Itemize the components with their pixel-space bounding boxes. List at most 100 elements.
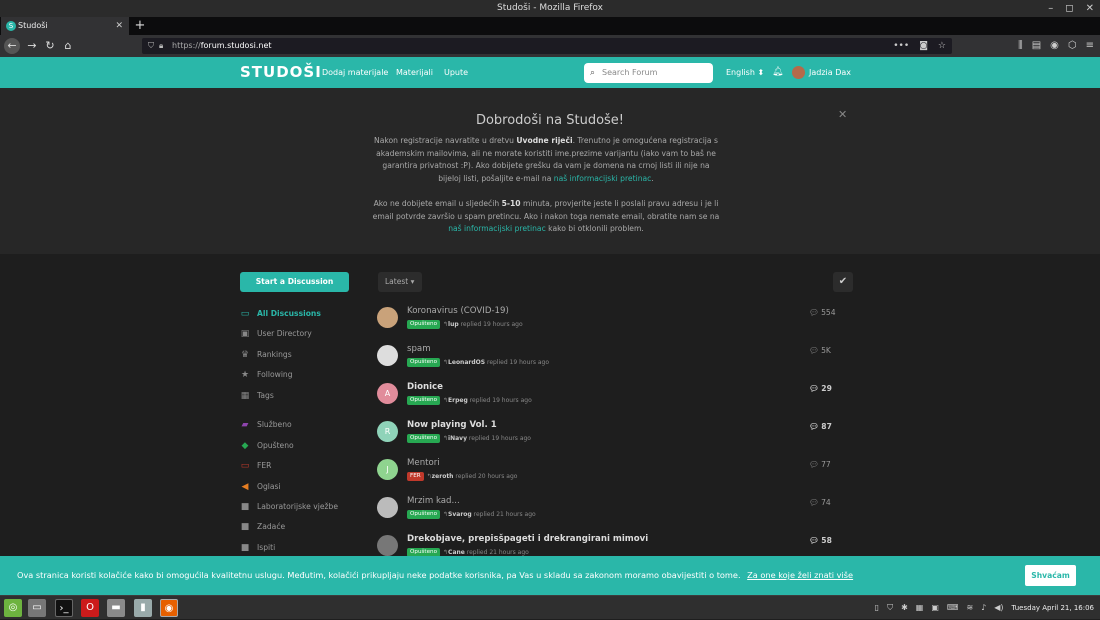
- lock-icon[interactable]: 🔒︎: [159, 38, 163, 54]
- files-icon[interactable]: ▬: [107, 599, 125, 617]
- discussion-title[interactable]: spam: [407, 344, 431, 354]
- sidebar-item-oglasi[interactable]: ◀ Oglasi: [240, 480, 281, 494]
- home-icon[interactable]: ⌂: [60, 38, 76, 54]
- reply-username[interactable]: LeonardOS: [448, 359, 485, 366]
- discussion-row[interactable]: J Mentori FER ↰zeroth replied 20 hours ago 💬…: [376, 457, 836, 493]
- sidebar-item-fer[interactable]: ▭ FER: [240, 459, 272, 473]
- reply-username[interactable]: Cane: [448, 549, 465, 556]
- discussion-title[interactable]: Drekobjave, prepisšpageti i drekrangiran…: [407, 534, 648, 544]
- sidebar-item-zadace[interactable]: ■ Zadaće: [240, 520, 285, 534]
- device-icon[interactable]: ▯: [875, 596, 879, 620]
- bluetooth-icon[interactable]: ✱: [901, 596, 908, 620]
- cookie-more-link[interactable]: Za one koje želi znati više: [747, 570, 853, 580]
- keyboard-icon[interactable]: ⌨: [947, 596, 959, 620]
- info-inbox-link[interactable]: naš informacijski pretinac: [448, 224, 546, 233]
- forward-arrow-icon[interactable]: →: [24, 38, 40, 54]
- new-tab-button[interactable]: +: [133, 17, 147, 35]
- tag-badge[interactable]: Opušteno: [407, 358, 441, 367]
- sidebar-item-all-discussions[interactable]: ▭ All Discussions: [240, 307, 321, 321]
- sidebar-item-rankings[interactable]: ♛ Rankings: [240, 348, 292, 362]
- discussion-row[interactable]: Koronavirus (COVID-19) Opušteno ↰lup repli…: [376, 305, 836, 341]
- tab-close-icon[interactable]: ✕: [115, 17, 123, 35]
- site-logo[interactable]: STUDOŠI: [240, 63, 322, 81]
- nav-upute[interactable]: Upute: [444, 57, 468, 88]
- more-actions-icon[interactable]: •••: [893, 38, 909, 54]
- library-icon[interactable]: ⫼: [1018, 38, 1023, 54]
- sidebar-icon[interactable]: ▤: [1032, 38, 1041, 54]
- tag-badge[interactable]: Opušteno: [407, 396, 441, 405]
- avatar[interactable]: [377, 307, 398, 328]
- url-bar[interactable]: ⛉ 🔒︎ https://forum.studosi.net ••• ◙ ☆: [142, 38, 952, 54]
- discussion-title[interactable]: Now playing Vol. 1: [407, 420, 497, 430]
- sidebar-item-ispiti[interactable]: ■ Ispiti: [240, 541, 275, 555]
- reply-username[interactable]: iNavy: [448, 435, 467, 442]
- browser-tab[interactable]: S Studoši ✕: [1, 17, 129, 35]
- discussion-title[interactable]: Mrzim kad...: [407, 496, 460, 506]
- user-menu[interactable]: Jadzia Dax: [792, 66, 851, 80]
- reply-username[interactable]: lup: [448, 321, 459, 328]
- avatar[interactable]: R: [377, 421, 398, 442]
- app-icon[interactable]: ▮: [134, 599, 152, 617]
- avatar[interactable]: [377, 345, 398, 366]
- discussion-title[interactable]: Mentori: [407, 458, 440, 468]
- sidebar-item-user-directory[interactable]: ▣ User Directory: [240, 327, 312, 341]
- sidebar-item-tags[interactable]: ▦ Tags: [240, 389, 274, 403]
- firefox-icon[interactable]: ◉: [160, 599, 178, 617]
- discussion-row[interactable]: spam Opušteno ↰LeonardOS replied 19 hours …: [376, 343, 836, 379]
- maximize-icon[interactable]: ◻: [1065, 0, 1073, 17]
- pocket-icon[interactable]: ◙: [919, 38, 928, 54]
- terminal-icon[interactable]: ›_: [55, 599, 73, 617]
- show-desktop-icon[interactable]: ▭: [28, 599, 46, 617]
- discussion-title[interactable]: Koronavirus (COVID-19): [407, 306, 509, 316]
- sidebar-item-following[interactable]: ★ Following: [240, 368, 293, 382]
- display-icon[interactable]: ▣: [931, 596, 939, 620]
- music-icon[interactable]: ♪: [981, 596, 986, 620]
- sidebar-item-opusteno[interactable]: ◆ Opušteno: [240, 439, 294, 453]
- sort-dropdown[interactable]: Latest ▾: [378, 272, 422, 292]
- avatar[interactable]: J: [377, 459, 398, 480]
- notifications-bell-icon[interactable]: 🔔︎: [772, 57, 783, 88]
- sidebar-item-laboratorijske-vjezbe[interactable]: ■ Laboratorijske vježbe: [240, 500, 338, 514]
- avatar[interactable]: [377, 535, 398, 556]
- shield-badge-icon[interactable]: ⬡: [1068, 38, 1077, 54]
- language-selector[interactable]: English ⬍: [726, 57, 764, 88]
- reply-username[interactable]: zeroth: [432, 473, 454, 480]
- wifi-icon[interactable]: ≋: [966, 596, 973, 620]
- opera-icon[interactable]: O: [81, 599, 99, 617]
- tag-badge[interactable]: Opušteno: [407, 510, 441, 519]
- sidebar-item-sluzbeno[interactable]: ▰ Službeno: [240, 418, 292, 432]
- account-icon[interactable]: ◉: [1050, 38, 1059, 54]
- menu-icon[interactable]: ≡: [1086, 38, 1094, 54]
- reload-icon[interactable]: ↻: [42, 38, 58, 54]
- reply-username[interactable]: Svarog: [448, 511, 472, 518]
- tag-badge[interactable]: Opušteno: [407, 320, 441, 329]
- mint-menu-icon[interactable]: ◎: [4, 599, 22, 617]
- tag-badge[interactable]: Opušteno: [407, 434, 441, 443]
- minimize-icon[interactable]: –: [1048, 0, 1053, 17]
- back-arrow-icon[interactable]: ←: [4, 38, 20, 54]
- bookmark-star-icon[interactable]: ☆: [938, 38, 946, 54]
- nav-materijali[interactable]: Materijali: [396, 57, 433, 88]
- cookie-accept-button[interactable]: Shvaćam: [1025, 565, 1076, 586]
- avatar[interactable]: A: [377, 383, 398, 404]
- hero-close-icon[interactable]: ✕: [838, 108, 847, 121]
- mark-all-read-button[interactable]: ✔: [833, 272, 853, 292]
- volume-icon[interactable]: ◀): [994, 596, 1003, 620]
- search-input[interactable]: ⌕ Search Forum: [584, 63, 713, 83]
- tag-badge[interactable]: FER: [407, 472, 424, 481]
- discussion-row[interactable]: Mrzim kad... Opušteno ↰Svarog replied 21 h…: [376, 495, 836, 531]
- close-window-icon[interactable]: ✕: [1086, 0, 1094, 17]
- shield-tray-icon[interactable]: ⛉: [887, 596, 893, 620]
- reply-username[interactable]: Erpeg: [448, 397, 468, 404]
- discussion-row[interactable]: A Dionice Opušteno ↰Erpeg replied 19 hours …: [376, 381, 836, 417]
- start-discussion-button[interactable]: Start a Discussion: [240, 272, 349, 292]
- taskbar-clock[interactable]: Tuesday April 21, 16:06: [1012, 596, 1094, 620]
- discussion-meta: Opušteno ↰Erpeg replied 19 hours ago: [407, 396, 532, 405]
- nav-dodaj-materijale[interactable]: Dodaj materijale: [322, 57, 388, 88]
- info-inbox-link[interactable]: naš informacijski pretinac: [554, 174, 652, 183]
- discussion-row[interactable]: R Now playing Vol. 1 Opušteno ↰iNavy replie…: [376, 419, 836, 455]
- discussion-title[interactable]: Dionice: [407, 382, 443, 392]
- shield-icon[interactable]: ⛉: [148, 38, 154, 54]
- network-tray-icon[interactable]: ▦: [916, 596, 924, 620]
- avatar[interactable]: [377, 497, 398, 518]
